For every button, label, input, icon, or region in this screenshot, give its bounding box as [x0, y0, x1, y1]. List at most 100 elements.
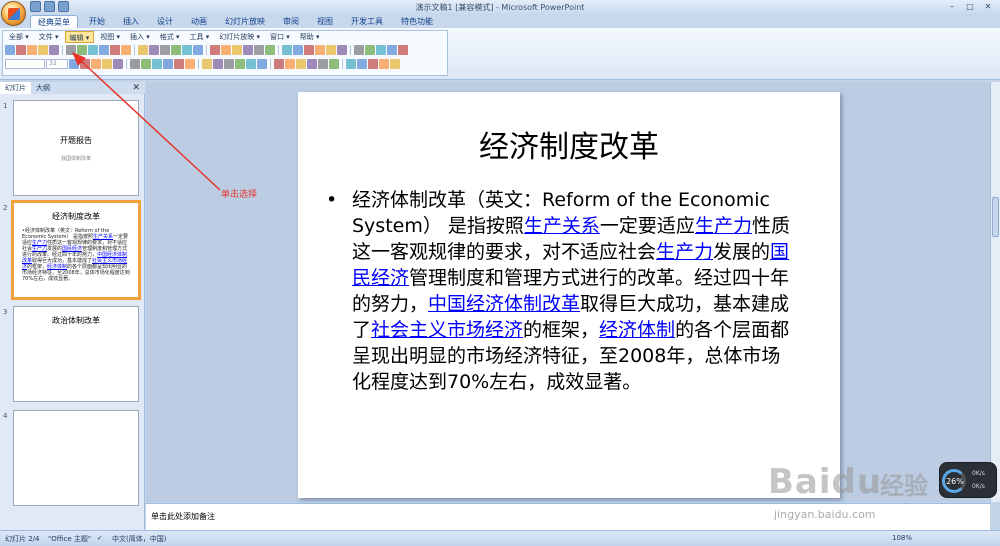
toolbar-button-icon[interactable] [398, 45, 408, 55]
toolbar-button-icon[interactable] [49, 45, 59, 55]
toolbar-button-icon[interactable] [141, 59, 151, 69]
toolbar-button-icon[interactable] [285, 59, 295, 69]
toolbar-button-icon[interactable] [182, 45, 192, 55]
hyperlink[interactable]: 社会主义市场经济 [371, 319, 523, 341]
maximize-button[interactable]: □ [962, 1, 978, 12]
vertical-scrollbar[interactable] [990, 82, 1000, 502]
toolbar-button-icon[interactable] [274, 59, 284, 69]
toolbar-button-icon[interactable] [368, 59, 378, 69]
ribbon-tab[interactable]: 动画 [184, 15, 214, 28]
language[interactable]: 中文(简体，中国) [112, 534, 166, 544]
toolbar-button-icon[interactable] [235, 59, 245, 69]
classic-menu-item[interactable]: 视图 ▾ [96, 31, 124, 43]
toolbar-button-icon[interactable] [293, 45, 303, 55]
slide-title[interactable]: 经济制度改革 [298, 122, 840, 166]
classic-menu-item[interactable]: 工具 ▾ [186, 31, 214, 43]
toolbar-button-icon[interactable] [160, 45, 170, 55]
toolbar-button-icon[interactable] [80, 59, 90, 69]
toolbar-button-icon[interactable] [257, 59, 267, 69]
tab-slides[interactable]: 幻灯片 [0, 82, 31, 94]
toolbar-button-icon[interactable] [265, 45, 275, 55]
toolbar-button-icon[interactable] [91, 59, 101, 69]
classic-menu-item[interactable]: 幻灯片放映 ▾ [215, 31, 264, 43]
scrollbar-thumb[interactable] [992, 197, 999, 237]
toolbar-button-icon[interactable] [210, 45, 220, 55]
ribbon-tab[interactable]: 开发工具 [344, 15, 390, 28]
toolbar-button-icon[interactable] [329, 59, 339, 69]
slide-body[interactable]: • 经济体制改革（英文：Reform of the Economic Syste… [326, 187, 798, 395]
toolbar-button-icon[interactable] [99, 45, 109, 55]
toolbar-button-icon[interactable] [88, 45, 98, 55]
classic-menu-item[interactable]: 窗口 ▾ [266, 31, 294, 43]
toolbar-button-icon[interactable] [174, 59, 184, 69]
toolbar-button-icon[interactable] [69, 59, 79, 69]
toolbar-button-icon[interactable] [254, 45, 264, 55]
ribbon-tab[interactable]: 插入 [116, 15, 146, 28]
toolbar-button-icon[interactable] [337, 45, 347, 55]
toolbar-button-icon[interactable] [282, 45, 292, 55]
toolbar-button-icon[interactable] [193, 45, 203, 55]
hyperlink[interactable]: 中国经济体制改革 [428, 293, 580, 315]
toolbar-button-icon[interactable] [243, 45, 253, 55]
toolbar-button-icon[interactable] [27, 45, 37, 55]
toolbar-button-icon[interactable] [185, 59, 195, 69]
toolbar-button-icon[interactable] [379, 59, 389, 69]
toolbar-button-icon[interactable] [77, 45, 87, 55]
tab-outline[interactable]: 大纲 [31, 82, 55, 94]
slide-thumbnail-4[interactable] [13, 410, 139, 506]
toolbar-button-icon[interactable] [5, 45, 15, 55]
toolbar-button-icon[interactable] [138, 45, 148, 55]
toolbar-button-icon[interactable] [387, 45, 397, 55]
toolbar-button-icon[interactable] [232, 45, 242, 55]
slide-thumbnail-2[interactable]: 经济制度改革 •经济体制改革（英文：Reform of the Economic… [11, 200, 141, 300]
ribbon-tab[interactable]: 审阅 [276, 15, 306, 28]
classic-menu-item[interactable]: 插入 ▾ [126, 31, 154, 43]
toolbar-button-icon[interactable] [38, 45, 48, 55]
toolbar-button-icon[interactable] [221, 45, 231, 55]
system-monitor-widget[interactable]: 26% 0K/s 0K/s [939, 462, 997, 498]
ribbon-tab[interactable]: 幻灯片放映 [218, 15, 272, 28]
classic-menu-item[interactable]: 编辑 ▾ [64, 31, 95, 43]
toolbar-button-icon[interactable] [202, 59, 212, 69]
toolbar-button-icon[interactable] [307, 59, 317, 69]
slide-thumbnail-3[interactable]: 政治体制改革 [13, 306, 139, 402]
toolbar-button-icon[interactable] [130, 59, 140, 69]
toolbar-button-icon[interactable] [296, 59, 306, 69]
toolbar-button-icon[interactable] [66, 45, 76, 55]
classic-menu-item[interactable]: 全部 ▾ [5, 31, 33, 43]
toolbar-button-icon[interactable] [246, 59, 256, 69]
toolbar-button-icon[interactable] [376, 45, 386, 55]
office-button[interactable] [1, 1, 26, 26]
classic-menu-item[interactable]: 格式 ▾ [156, 31, 184, 43]
hyperlink[interactable]: 生产力 [695, 215, 752, 237]
ribbon-tab[interactable]: 经典菜单 [30, 15, 78, 28]
spellcheck-icon[interactable]: ✓ [97, 534, 103, 542]
toolbar-button-icon[interactable] [213, 59, 223, 69]
classic-menu-item[interactable]: 帮助 ▾ [296, 31, 324, 43]
toolbar-button-icon[interactable] [16, 45, 26, 55]
classic-menu-item[interactable]: 文件 ▾ [35, 31, 63, 43]
ribbon-tab[interactable]: 视图 [310, 15, 340, 28]
toolbar-button-icon[interactable] [113, 59, 123, 69]
toolbar-button-icon[interactable] [346, 59, 356, 69]
ribbon-tab[interactable]: 特色功能 [394, 15, 440, 28]
hyperlink[interactable]: 生产力 [656, 241, 713, 263]
toolbar-button-icon[interactable] [163, 59, 173, 69]
hyperlink[interactable]: 生产关系 [524, 215, 600, 237]
toolbar-button-icon[interactable] [171, 45, 181, 55]
toolbar-button-icon[interactable] [110, 45, 120, 55]
minimize-button[interactable]: – [944, 1, 960, 12]
ribbon-tab[interactable]: 设计 [150, 15, 180, 28]
toolbar-button-icon[interactable] [390, 59, 400, 69]
font-size-combo[interactable]: 32 [46, 59, 68, 69]
toolbar-button-icon[interactable] [121, 45, 131, 55]
toolbar-button-icon[interactable] [326, 45, 336, 55]
toolbar-button-icon[interactable] [102, 59, 112, 69]
toolbar-button-icon[interactable] [315, 45, 325, 55]
toolbar-button-icon[interactable] [149, 45, 159, 55]
toolbar-button-icon[interactable] [318, 59, 328, 69]
hyperlink[interactable]: 经济体制 [599, 319, 675, 341]
close-button[interactable]: ✕ [980, 1, 996, 12]
font-name-combo[interactable] [5, 59, 45, 69]
current-slide[interactable]: 经济制度改革 • 经济体制改革（英文：Reform of the Economi… [298, 92, 840, 498]
